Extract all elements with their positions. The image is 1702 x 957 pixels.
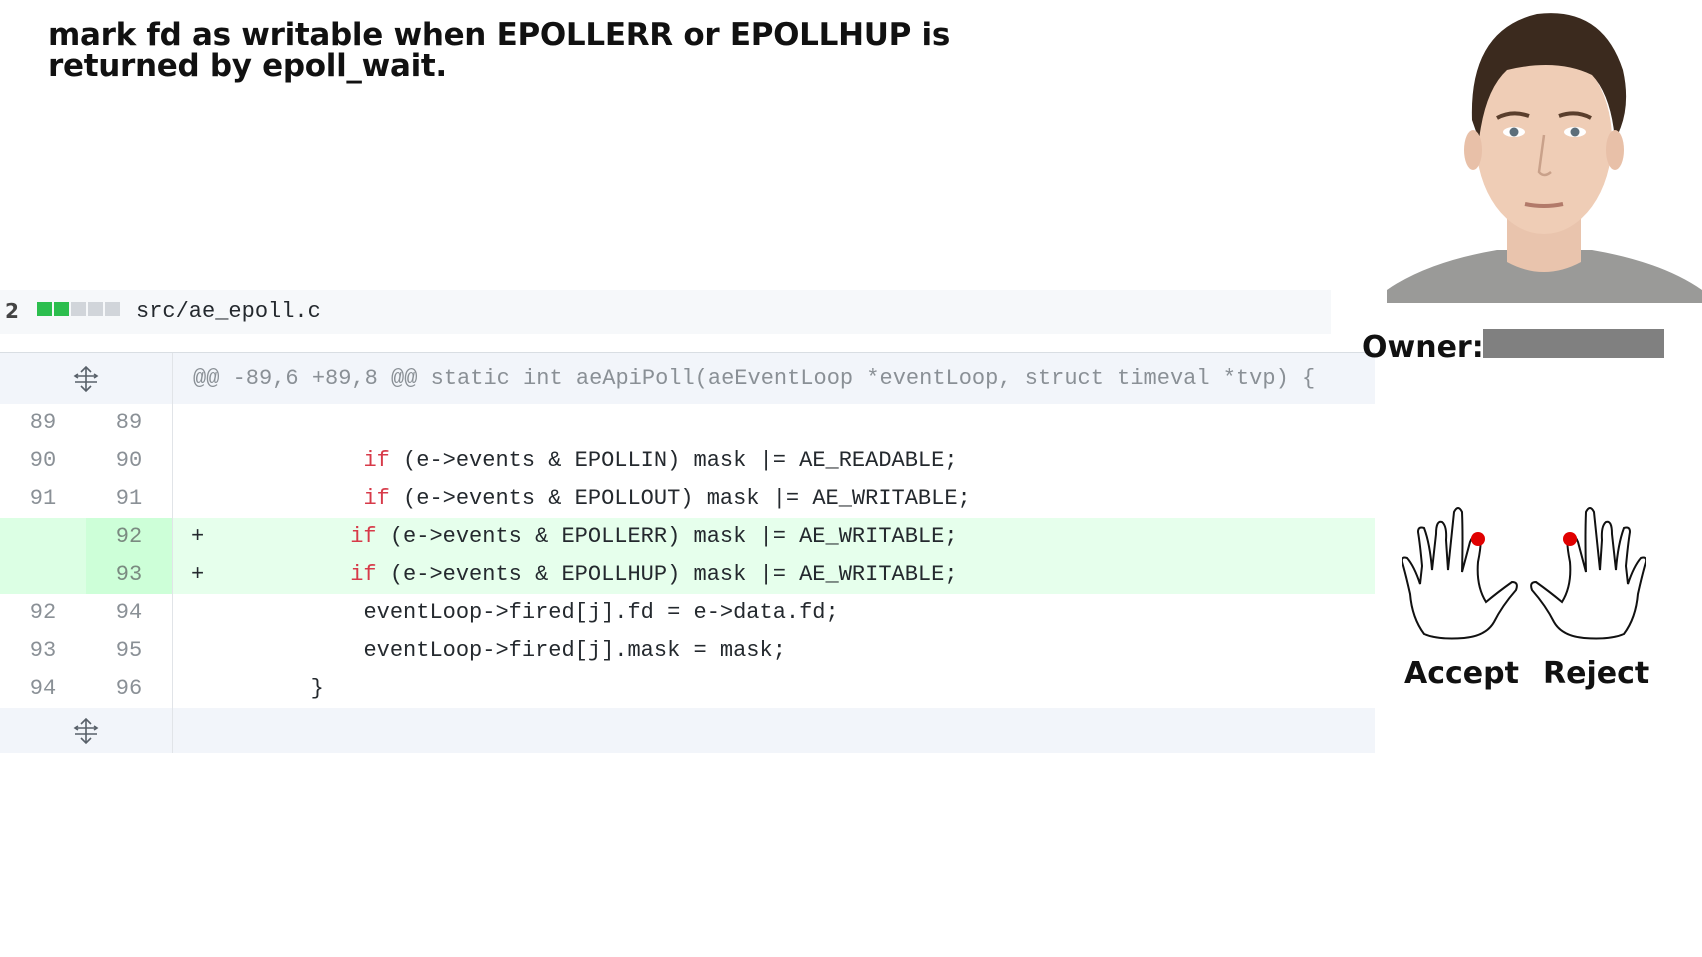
owner-label: Owner:	[1362, 330, 1484, 365]
keyword: if	[350, 524, 377, 549]
hunk-footer-row	[0, 708, 1375, 753]
owner-redacted	[1483, 329, 1664, 358]
diff-line: 92 94 eventLoop->fired[j].fd = e->data.fd…	[0, 594, 1375, 632]
old-line-number[interactable]	[0, 518, 86, 556]
old-line-number[interactable]: 94	[0, 670, 86, 708]
expand-button[interactable]	[0, 353, 173, 404]
old-line-number[interactable]: 93	[0, 632, 86, 670]
diff-line: 91 91 if (e->events & EPOLLOUT) mask |= A…	[0, 480, 1375, 518]
new-line-number[interactable]: 91	[86, 480, 173, 518]
right-hand-icon	[1530, 507, 1648, 640]
old-line-number[interactable]: 92	[0, 594, 86, 632]
new-line-number[interactable]: 96	[86, 670, 173, 708]
new-line-number[interactable]: 92	[86, 518, 173, 556]
person-photo	[1387, 0, 1702, 303]
code-text: (e->events & EPOLLOUT) mask |= AE_WRITAB…	[389, 486, 971, 511]
left-hand-icon	[1400, 507, 1518, 640]
code-text: eventLoop->fired[j].mask = mask;	[363, 638, 786, 663]
diffstat-block	[71, 302, 86, 316]
file-header: 2 src/ae_epoll.c	[0, 290, 1331, 334]
page-title: mark fd as writable when EPOLLERR or EPO…	[48, 17, 950, 84]
keyword: if	[363, 486, 390, 511]
expand-button[interactable]	[0, 708, 173, 753]
diff-marker: +	[191, 524, 205, 549]
file-name[interactable]: src/ae_epoll.c	[136, 299, 321, 324]
diff-line: 93 95 eventLoop->fired[j].mask = mask;	[0, 632, 1375, 670]
diffstat-block	[105, 302, 120, 316]
diff-line: 94 96 }	[0, 670, 1375, 708]
new-line-number[interactable]: 93	[86, 556, 173, 594]
expand-arrows-icon	[73, 365, 99, 392]
diff-marker: +	[191, 562, 205, 587]
code-text: }	[310, 676, 324, 701]
diffstat-block	[54, 302, 69, 316]
accept-button[interactable]: Accept	[1400, 506, 1520, 691]
code-line: + if (e->events & EPOLLERR) mask |= AE_W…	[173, 518, 1375, 556]
code-line: eventLoop->fired[j].fd = e->data.fd;	[173, 594, 1375, 632]
accept-label: Accept	[1404, 656, 1519, 691]
code-text: (e->events & EPOLLHUP) mask |= AE_WRITAB…	[376, 562, 958, 587]
diffstat-block	[37, 302, 52, 316]
reject-label: Reject	[1543, 656, 1650, 691]
diff-table: @@ -89,6 +89,8 @@ static int aeApiPoll(a…	[0, 352, 1375, 753]
reject-button[interactable]: Reject	[1528, 506, 1649, 691]
new-line-number[interactable]: 94	[86, 594, 173, 632]
change-count: 2	[5, 299, 19, 323]
diffstat-block	[88, 302, 103, 316]
code-text: (e->events & EPOLLIN) mask |= AE_READABL…	[389, 448, 958, 473]
code-line: if (e->events & EPOLLIN) mask |= AE_READ…	[173, 442, 1375, 480]
old-line-number[interactable]	[0, 556, 86, 594]
hunk-header-row: @@ -89,6 +89,8 @@ static int aeApiPoll(a…	[0, 353, 1375, 404]
diff-line-added: 93 + if (e->events & EPOLLHUP) mask |= AE…	[0, 556, 1375, 594]
expand-arrows-icon	[73, 717, 99, 744]
diff-line: 90 90 if (e->events & EPOLLIN) mask |= AE…	[0, 442, 1375, 480]
code-text: (e->events & EPOLLERR) mask |= AE_WRITAB…	[376, 524, 958, 549]
new-line-number[interactable]: 89	[86, 404, 173, 442]
old-line-number[interactable]: 91	[0, 480, 86, 518]
old-line-number[interactable]: 90	[0, 442, 86, 480]
diff-line: 89 89	[0, 404, 1375, 442]
hunk-header: @@ -89,6 +89,8 @@ static int aeApiPoll(a…	[193, 366, 1316, 391]
diff-line-added: 92 + if (e->events & EPOLLERR) mask |= AE…	[0, 518, 1375, 556]
code-line: eventLoop->fired[j].mask = mask;	[173, 632, 1375, 670]
new-line-number[interactable]: 95	[86, 632, 173, 670]
code-line: + if (e->events & EPOLLHUP) mask |= AE_W…	[173, 556, 1375, 594]
new-line-number[interactable]: 90	[86, 442, 173, 480]
old-line-number[interactable]: 89	[0, 404, 86, 442]
keyword: if	[363, 448, 390, 473]
code-text: eventLoop->fired[j].fd = e->data.fd;	[363, 600, 839, 625]
diffstat-bar	[37, 302, 120, 316]
code-line: if (e->events & EPOLLOUT) mask |= AE_WRI…	[173, 480, 1375, 518]
code-line: }	[173, 670, 1375, 708]
keyword: if	[350, 562, 377, 587]
